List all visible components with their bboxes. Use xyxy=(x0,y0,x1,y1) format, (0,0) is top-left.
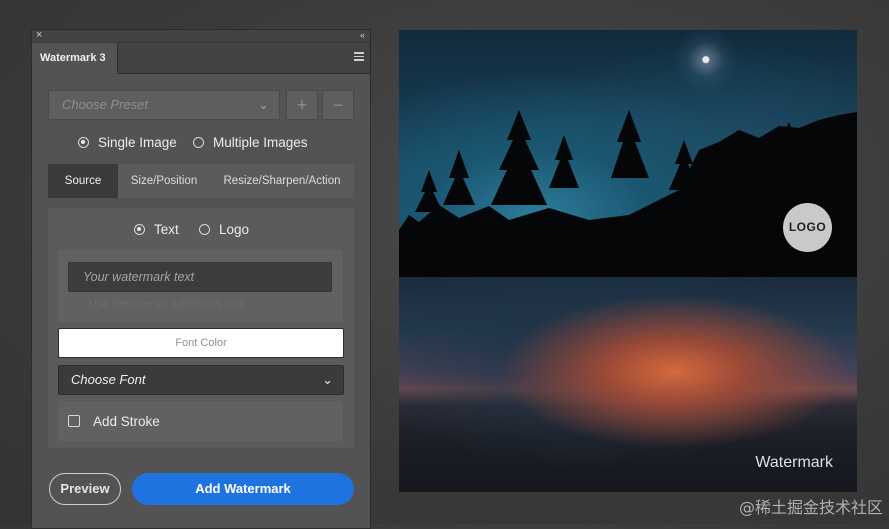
radio-unselected-icon xyxy=(199,224,210,235)
radio-selected-icon xyxy=(78,137,89,148)
add-preset-button[interactable]: + xyxy=(286,90,318,120)
preview-button[interactable]: Preview xyxy=(49,473,121,505)
close-icon[interactable]: × xyxy=(36,28,42,42)
radio-selected-icon xyxy=(134,224,145,235)
source-settings: Text Logo Your watermark text Use filena… xyxy=(48,208,354,448)
subtab-source[interactable]: Source xyxy=(48,164,118,198)
radio-single-image[interactable]: Single Image xyxy=(78,135,177,150)
preset-dropdown[interactable]: Choose Preset ⌄ xyxy=(48,90,280,120)
add-stroke-label: Add Stroke xyxy=(93,413,160,429)
logo-option-label: Logo xyxy=(219,222,250,237)
remove-preset-button[interactable]: − xyxy=(322,90,354,120)
chevron-down-icon: ⌄ xyxy=(322,372,333,387)
radio-multiple-images[interactable]: Multiple Images xyxy=(193,135,308,150)
multiple-images-label: Multiple Images xyxy=(213,135,308,150)
collapse-icon[interactable]: ‹‹ xyxy=(360,28,365,42)
single-image-label: Single Image xyxy=(98,135,177,150)
preset-row: Choose Preset ⌄ + − xyxy=(48,90,354,120)
add-watermark-button[interactable]: Add Watermark xyxy=(132,473,354,505)
panel-tab-bar: Watermark 3 xyxy=(32,43,370,74)
sunset-photo: Watermark xyxy=(399,277,857,492)
watermark-text-group: Your watermark text Use filename as wate… xyxy=(58,250,343,322)
image-preview: LOGO Watermark xyxy=(399,30,857,492)
text-option-label: Text xyxy=(154,222,179,237)
text-watermark-overlay: Watermark xyxy=(755,454,833,471)
subtab-bar: Source Size/Position Resize/Sharpen/Acti… xyxy=(48,164,354,198)
use-filename-checkbox[interactable]: Use filename as watermark text xyxy=(68,298,243,310)
chevron-down-icon: ⌄ xyxy=(258,97,269,112)
font-dropdown-label: Choose Font xyxy=(71,372,146,387)
font-dropdown[interactable]: Choose Font ⌄ xyxy=(58,365,344,395)
use-filename-label: Use filename as watermark text xyxy=(89,298,244,310)
checkbox-icon xyxy=(68,298,79,310)
radio-text[interactable]: Text xyxy=(134,222,179,237)
preset-placeholder: Choose Preset xyxy=(62,97,148,112)
radio-unselected-icon xyxy=(193,137,204,148)
watermark-panel: × ‹‹ Watermark 3 Choose Preset ⌄ + − Sin… xyxy=(31,29,371,529)
logo-watermark-badge: LOGO xyxy=(783,203,832,252)
tab-watermark-3[interactable]: Watermark 3 xyxy=(32,43,118,74)
checkbox-icon xyxy=(68,415,80,427)
font-color-picker[interactable]: Font Color xyxy=(58,328,344,358)
subtab-resize-sharpen-action[interactable]: Resize/Sharpen/Action xyxy=(210,164,354,198)
add-stroke-checkbox[interactable]: Add Stroke xyxy=(58,401,343,441)
subtab-size-position[interactable]: Size/Position xyxy=(118,164,210,198)
radio-logo[interactable]: Logo xyxy=(199,222,249,237)
watermark-text-input[interactable]: Your watermark text xyxy=(68,262,332,292)
panel-top-strip: × ‹‹ xyxy=(32,28,370,43)
site-watermark: @稀土掘金技术社区 xyxy=(738,498,883,517)
panel-menu-icon[interactable] xyxy=(354,52,364,63)
night-forest-photo: LOGO xyxy=(399,30,857,277)
